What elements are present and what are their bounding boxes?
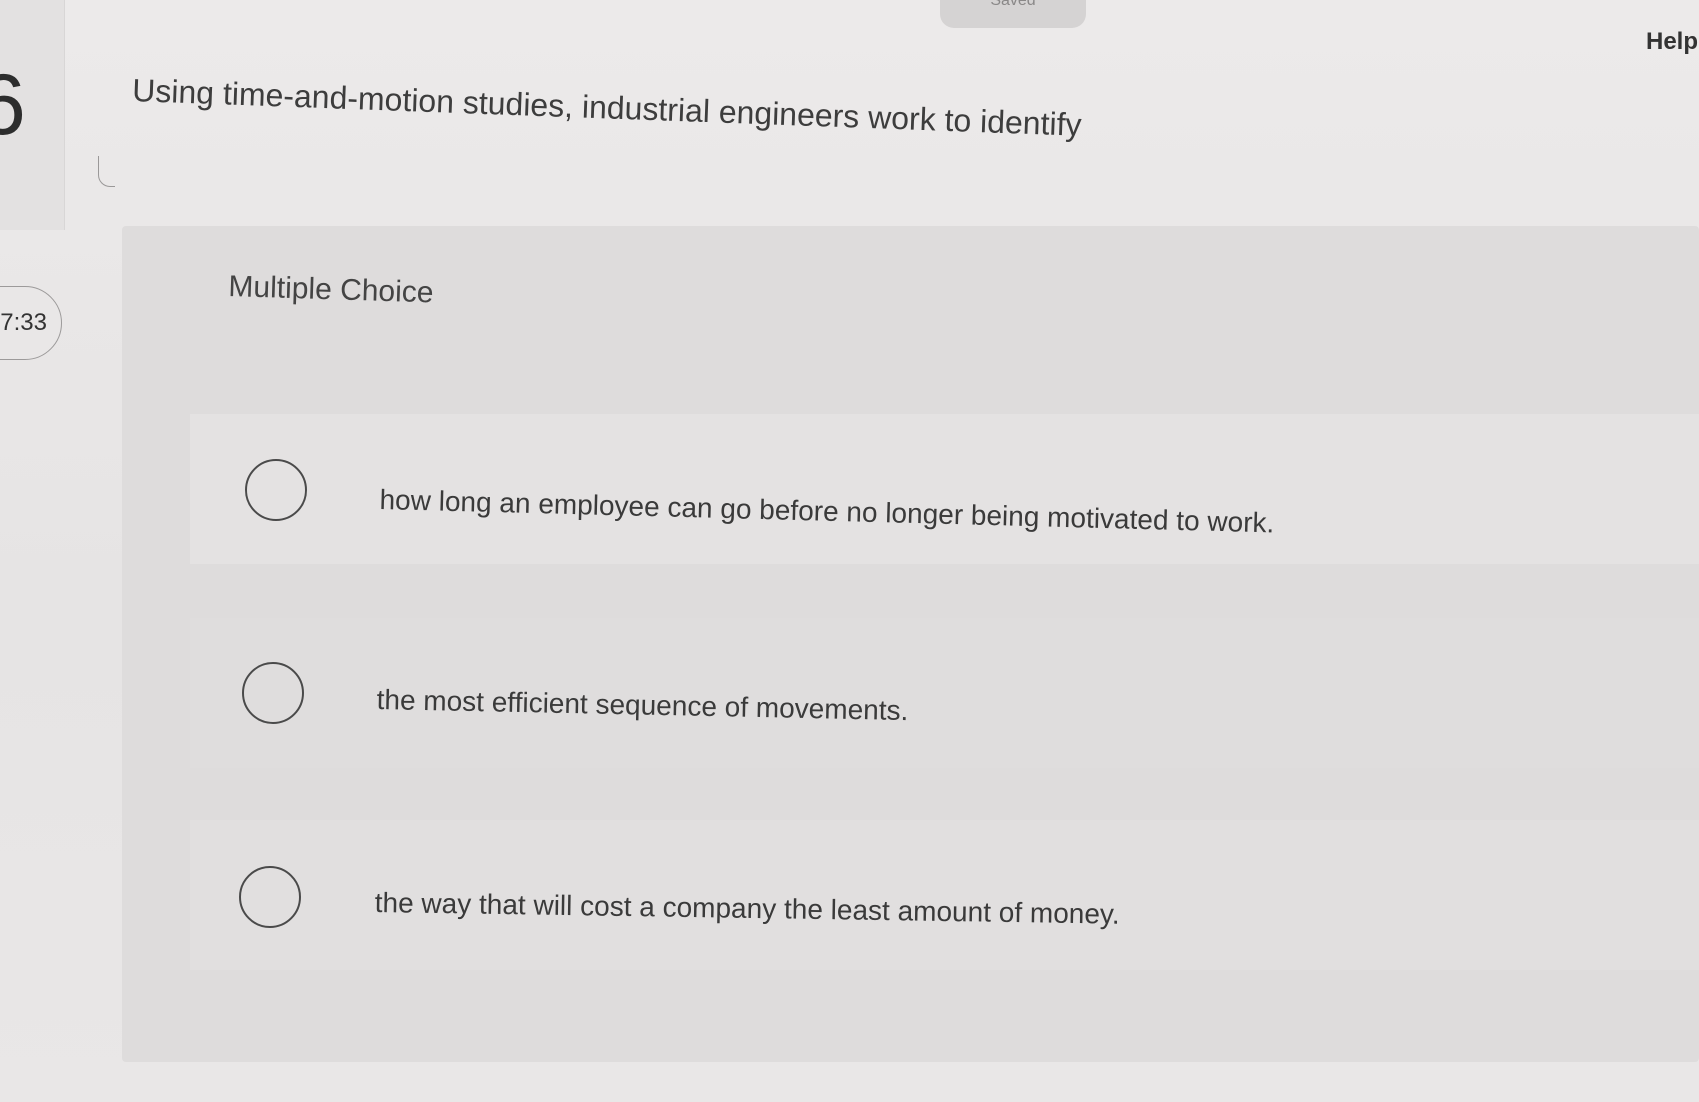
question-type-label: Multiple Choice xyxy=(227,270,434,310)
choice-radio-button[interactable] xyxy=(242,662,304,724)
timer-text: 7:33 xyxy=(0,309,47,336)
choice-radio-button[interactable] xyxy=(245,459,307,521)
decorative-mark xyxy=(98,156,115,187)
timer-badge[interactable]: 7:33 xyxy=(0,286,62,360)
saved-status: Saved xyxy=(940,0,1086,28)
choice-radio-button[interactable] xyxy=(239,866,301,928)
question-number: 6 xyxy=(0,57,26,153)
question-prompt: Using time-and-motion studies, industria… xyxy=(131,72,1083,143)
help-link[interactable]: Help xyxy=(1646,28,1698,56)
